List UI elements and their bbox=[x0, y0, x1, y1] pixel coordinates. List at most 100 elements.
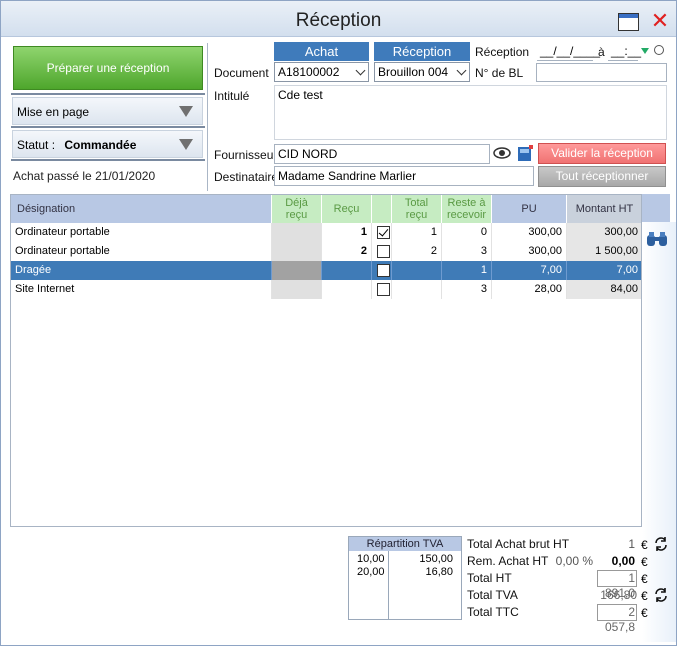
bl-input[interactable] bbox=[536, 63, 667, 82]
col-total-recu[interactable]: Total reçu bbox=[392, 195, 442, 223]
document-label: Document bbox=[214, 66, 269, 80]
eye-icon[interactable] bbox=[493, 146, 511, 160]
fournisseur-input[interactable]: CID NORD bbox=[274, 144, 490, 164]
cell-recu[interactable]: 2 bbox=[322, 242, 372, 261]
tout-receptionner-button[interactable]: Tout réceptionner bbox=[538, 166, 666, 187]
intitule-textarea[interactable]: Cde test bbox=[274, 85, 667, 140]
tva-title: Répartition TVA bbox=[349, 537, 461, 551]
left-separator bbox=[11, 93, 205, 95]
mise-en-page-label: Mise en page bbox=[17, 105, 90, 119]
total-tva-label: Total TVA bbox=[467, 588, 518, 602]
vertical-separator bbox=[207, 43, 208, 191]
cell-pu: 300,00 bbox=[492, 223, 567, 242]
table-row[interactable]: Site Internet 3 28,00 84,00 bbox=[11, 280, 641, 299]
a-label: à bbox=[598, 45, 605, 59]
col-reste[interactable]: Reste à recevoir bbox=[442, 195, 492, 223]
remise-value: 0,00 bbox=[611, 554, 635, 568]
binoculars-icon[interactable] bbox=[646, 231, 668, 247]
col-total-recu-line1: Total bbox=[404, 197, 429, 209]
cell-recu[interactable] bbox=[322, 261, 372, 280]
tva-rate: 20,00 bbox=[357, 566, 385, 578]
col-reste-line2: recevoir bbox=[446, 209, 487, 221]
restore-window-icon[interactable] bbox=[618, 13, 639, 31]
cell-total-recu bbox=[392, 280, 442, 299]
col-recu[interactable]: Reçu bbox=[322, 195, 372, 223]
achat-date: 21/01/2020 bbox=[95, 169, 156, 183]
address-book-icon[interactable] bbox=[515, 143, 535, 163]
total-brut-label: Total Achat brut HT bbox=[467, 537, 570, 551]
col-check bbox=[372, 195, 392, 223]
refresh-icon[interactable] bbox=[653, 536, 669, 552]
received-checkbox[interactable] bbox=[377, 245, 390, 258]
prepare-reception-button[interactable]: Préparer une réception bbox=[13, 46, 203, 90]
tva-amount: 16,80 bbox=[425, 566, 453, 578]
clock-icon[interactable] bbox=[654, 45, 664, 55]
euro-sign: € bbox=[641, 589, 648, 603]
bl-label: N° de BL bbox=[475, 66, 524, 80]
reception-header: Réception bbox=[374, 42, 470, 61]
cell-designation: Site Internet bbox=[11, 280, 272, 299]
achat-passe-text: Achat passé le 21/01/2020 bbox=[13, 169, 155, 183]
euro-sign: € bbox=[641, 606, 648, 620]
euro-sign: € bbox=[641, 538, 648, 552]
cell-deja bbox=[272, 242, 322, 261]
cell-recu[interactable] bbox=[322, 280, 372, 299]
cell-montant: 300,00 bbox=[567, 223, 641, 242]
achat-document-value: A18100002 bbox=[278, 65, 340, 79]
reception-document-value: Brouillon 004 bbox=[378, 65, 449, 79]
received-checkbox[interactable] bbox=[377, 264, 390, 277]
refresh-icon[interactable] bbox=[653, 587, 669, 603]
cell-pu: 300,00 bbox=[492, 242, 567, 261]
table-row[interactable]: Ordinateur portable 1 1 0 300,00 300,00 bbox=[11, 223, 641, 242]
cell-deja bbox=[272, 223, 322, 242]
total-ht-label: Total HT bbox=[467, 571, 512, 585]
col-designation[interactable]: Désignation bbox=[11, 195, 272, 223]
valider-reception-button[interactable]: Valider la réception bbox=[538, 143, 666, 164]
achat-header: Achat bbox=[274, 42, 369, 61]
table-header-extension bbox=[642, 194, 670, 222]
close-icon[interactable]: ✕ bbox=[649, 9, 671, 33]
cell-recu[interactable]: 1 bbox=[322, 223, 372, 242]
time-dropdown-icon[interactable] bbox=[641, 48, 649, 54]
destinataire-label: Destinataire bbox=[214, 170, 279, 184]
euro-sign: € bbox=[641, 555, 648, 569]
cell-designation: Ordinateur portable bbox=[11, 223, 272, 242]
destinataire-input[interactable]: Madame Sandrine Marlier bbox=[274, 166, 534, 186]
reception-document-select[interactable]: Brouillon 004 bbox=[374, 62, 470, 82]
col-deja-recu-line2: reçu bbox=[285, 209, 308, 221]
remise-percent[interactable]: 0,00 % bbox=[551, 554, 593, 568]
cell-pu: 7,00 bbox=[492, 261, 567, 280]
cell-reste: 3 bbox=[442, 242, 492, 261]
lines-table: Désignation Déjà reçu Reçu Total reçu Rest… bbox=[10, 194, 642, 527]
total-ttc-label: Total TTC bbox=[467, 605, 519, 619]
reception-window: Réception ✕ Préparer une réception Mise … bbox=[0, 0, 677, 646]
cell-reste: 1 bbox=[442, 261, 492, 280]
reception-date-input[interactable]: __/__/____ bbox=[537, 41, 600, 61]
tva-rate: 10,00 bbox=[357, 553, 385, 565]
received-checkbox[interactable] bbox=[377, 283, 390, 296]
col-pu[interactable]: PU bbox=[492, 195, 567, 223]
tva-amount: 150,00 bbox=[419, 553, 453, 565]
cell-pu: 28,00 bbox=[492, 280, 567, 299]
cell-reste: 3 bbox=[442, 280, 492, 299]
fournisseur-label: Fournisseur bbox=[214, 148, 278, 162]
col-reste-line1: Reste à bbox=[447, 197, 486, 209]
cell-total-recu: 2 bbox=[392, 242, 442, 261]
reception-time-input[interactable]: __:__ bbox=[608, 41, 641, 61]
statut-dropdown[interactable]: Statut : Commandée bbox=[12, 130, 203, 158]
mise-en-page-dropdown[interactable]: Mise en page bbox=[12, 97, 203, 125]
received-checkbox[interactable] bbox=[377, 226, 390, 239]
cell-montant: 1 500,00 bbox=[567, 242, 641, 261]
remise-label: Rem. Achat HT bbox=[467, 554, 549, 568]
col-montant[interactable]: Montant HT bbox=[567, 195, 641, 223]
col-total-recu-line2: reçu bbox=[405, 209, 428, 221]
table-row[interactable]: Ordinateur portable 2 2 3 300,00 1 500,00 bbox=[11, 242, 641, 261]
col-deja-recu[interactable]: Déjà reçu bbox=[272, 195, 322, 223]
cell-montant: 84,00 bbox=[567, 280, 641, 299]
table-row[interactable]: Dragée 1 7,00 7,00 bbox=[11, 261, 641, 280]
cell-total-recu bbox=[392, 261, 442, 280]
achat-document-select[interactable]: A18100002 bbox=[274, 62, 369, 82]
col-deja-recu-line1: Déjà bbox=[285, 197, 308, 209]
statut-label: Statut : bbox=[17, 138, 56, 152]
left-separator bbox=[11, 159, 205, 161]
